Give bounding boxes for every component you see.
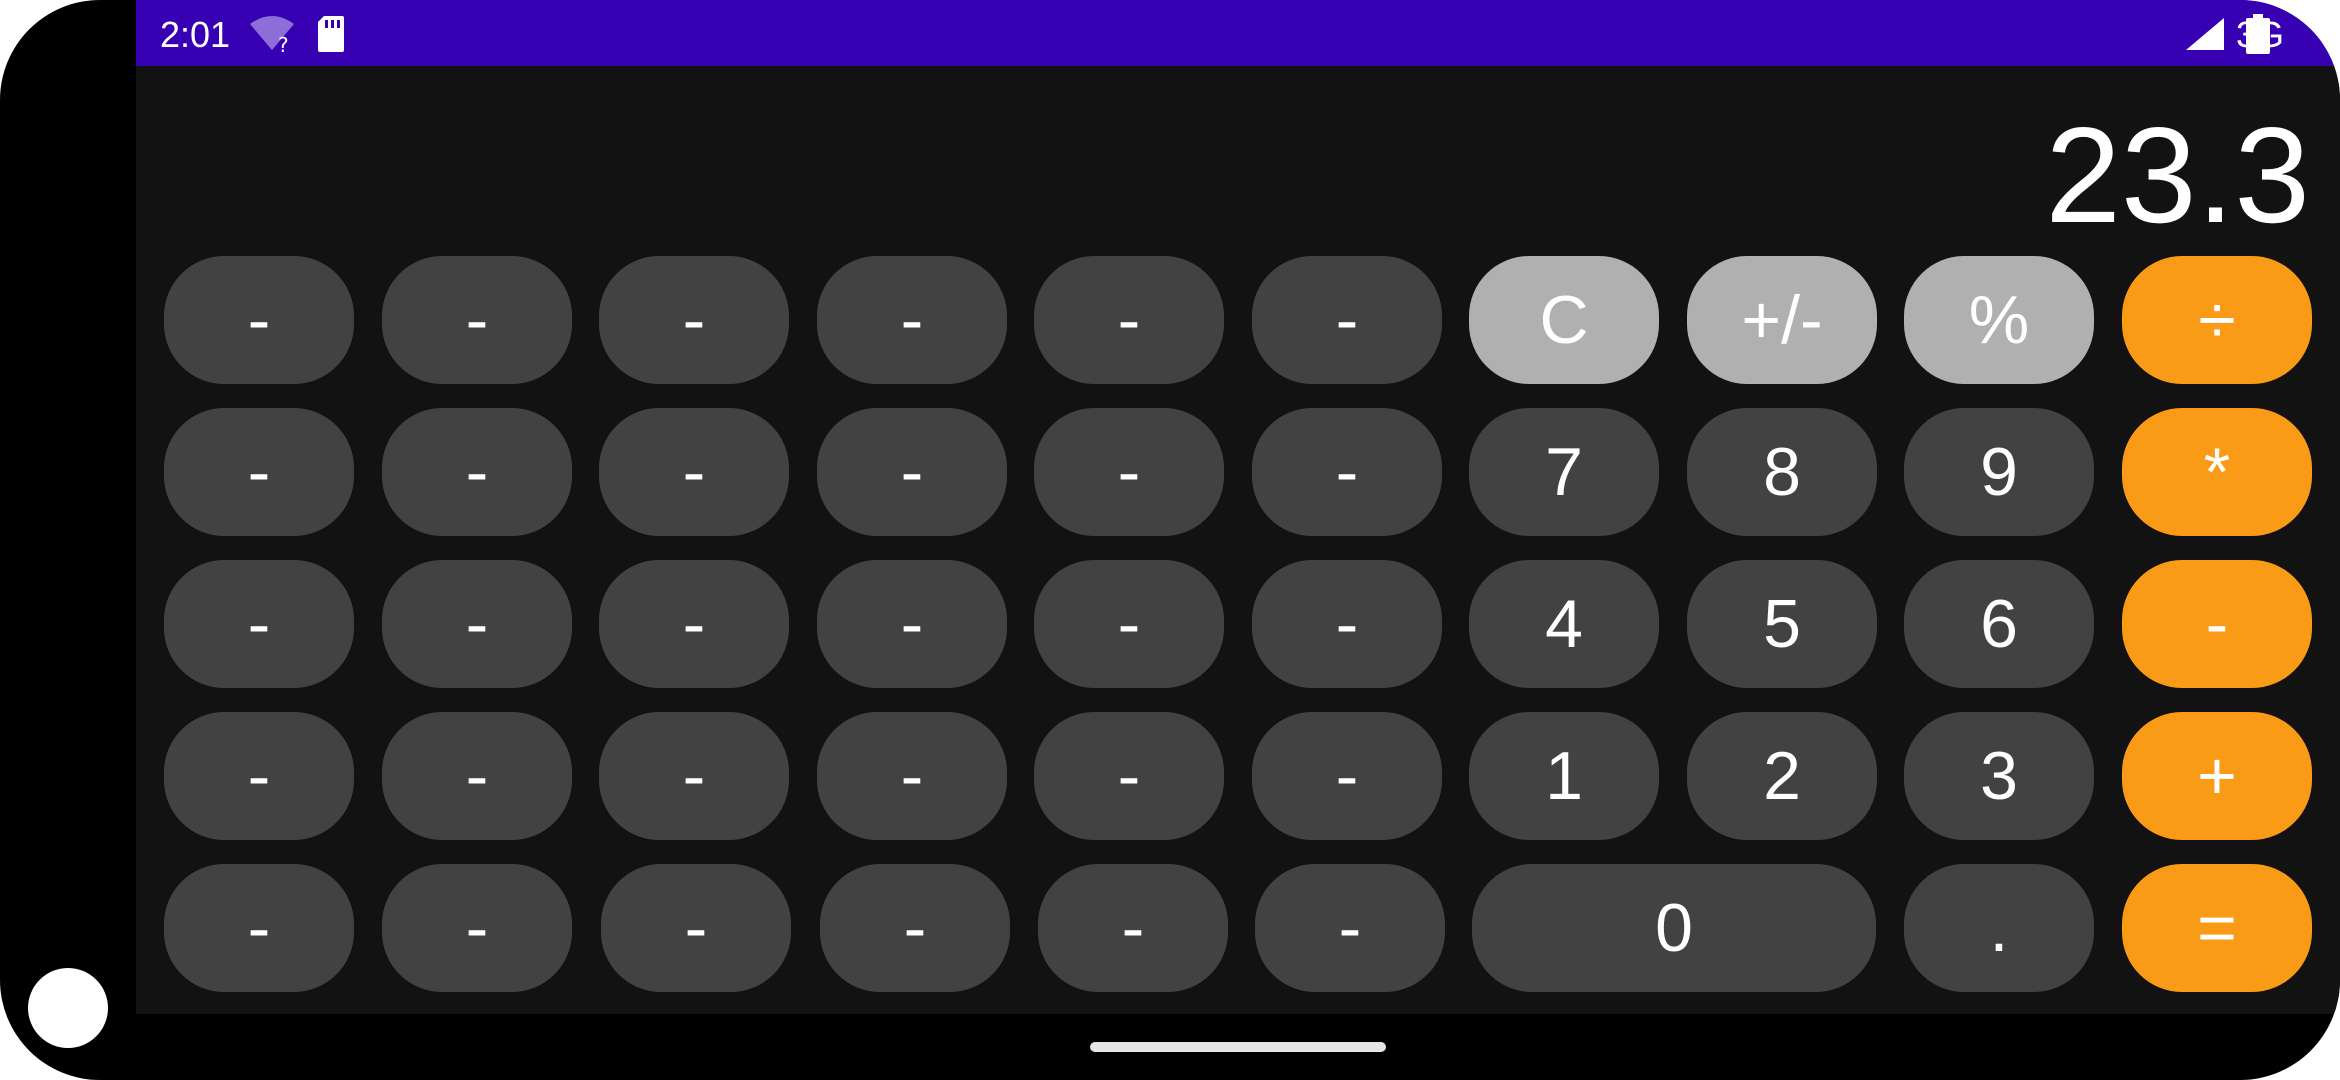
unlabeled-key[interactable]: -: [599, 256, 789, 384]
unlabeled-key[interactable]: -: [1038, 864, 1228, 992]
unlabeled-key[interactable]: -: [1252, 408, 1442, 536]
signal-icon: [2186, 18, 2224, 50]
sign-toggle-key[interactable]: +/-: [1687, 256, 1877, 384]
unlabeled-key[interactable]: -: [382, 712, 572, 840]
unlabeled-key[interactable]: -: [1252, 256, 1442, 384]
floating-assistive-button[interactable]: [28, 968, 108, 1048]
unlabeled-key[interactable]: -: [164, 408, 354, 536]
unlabeled-key[interactable]: -: [820, 864, 1010, 992]
unlabeled-key[interactable]: -: [601, 864, 791, 992]
digit-4-key[interactable]: 4: [1469, 560, 1659, 688]
unlabeled-key[interactable]: -: [164, 560, 354, 688]
unlabeled-key[interactable]: -: [164, 864, 354, 992]
digit-5-key[interactable]: 5: [1687, 560, 1877, 688]
status-time: 2:01: [160, 14, 231, 55]
equals-key[interactable]: =: [2122, 864, 2312, 992]
unlabeled-key[interactable]: -: [382, 560, 572, 688]
unlabeled-key[interactable]: -: [382, 408, 572, 536]
multiply-key[interactable]: *: [2122, 408, 2312, 536]
device-frame: 2:01 ? 3G 23.3 - - - - - - C: [0, 0, 2340, 1080]
svg-text:?: ?: [278, 33, 289, 54]
unlabeled-key[interactable]: -: [1034, 560, 1224, 688]
unlabeled-key[interactable]: -: [817, 712, 1007, 840]
digit-3-key[interactable]: 3: [1904, 712, 2094, 840]
digit-1-key[interactable]: 1: [1469, 712, 1659, 840]
status-bar: 2:01 ? 3G: [136, 0, 2340, 66]
digit-9-key[interactable]: 9: [1904, 408, 2094, 536]
percent-key[interactable]: %: [1904, 256, 2094, 384]
unlabeled-key[interactable]: -: [599, 712, 789, 840]
sd-card-icon: [318, 16, 344, 52]
unlabeled-key[interactable]: -: [599, 408, 789, 536]
unlabeled-key[interactable]: -: [382, 864, 572, 992]
unlabeled-key[interactable]: -: [1034, 408, 1224, 536]
digit-6-key[interactable]: 6: [1904, 560, 2094, 688]
battery-icon: [2246, 14, 2270, 54]
unlabeled-key[interactable]: -: [1034, 256, 1224, 384]
unlabeled-key[interactable]: -: [599, 560, 789, 688]
subtract-key[interactable]: -: [2122, 560, 2312, 688]
wifi-unknown-icon: ?: [250, 16, 294, 54]
unlabeled-key[interactable]: -: [164, 256, 354, 384]
unlabeled-key[interactable]: -: [817, 256, 1007, 384]
unlabeled-key[interactable]: -: [1255, 864, 1445, 992]
decimal-point-key[interactable]: .: [1904, 864, 2094, 992]
digit-7-key[interactable]: 7: [1469, 408, 1659, 536]
digit-2-key[interactable]: 2: [1687, 712, 1877, 840]
unlabeled-key[interactable]: -: [1252, 712, 1442, 840]
home-gesture-bar[interactable]: [1090, 1042, 1386, 1052]
unlabeled-key[interactable]: -: [817, 408, 1007, 536]
digit-8-key[interactable]: 8: [1687, 408, 1877, 536]
calculator-display: 23.3: [2045, 99, 2310, 251]
digit-0-key[interactable]: 0: [1472, 864, 1876, 992]
unlabeled-key[interactable]: -: [1034, 712, 1224, 840]
clear-key[interactable]: C: [1469, 256, 1659, 384]
unlabeled-key[interactable]: -: [382, 256, 572, 384]
unlabeled-key[interactable]: -: [817, 560, 1007, 688]
divide-key[interactable]: ÷: [2122, 256, 2312, 384]
add-key[interactable]: +: [2122, 712, 2312, 840]
unlabeled-key[interactable]: -: [1252, 560, 1442, 688]
unlabeled-key[interactable]: -: [164, 712, 354, 840]
calculator-app: 23.3 - - - - - - C +/- % ÷ - - - - - - 7…: [136, 66, 2340, 1014]
